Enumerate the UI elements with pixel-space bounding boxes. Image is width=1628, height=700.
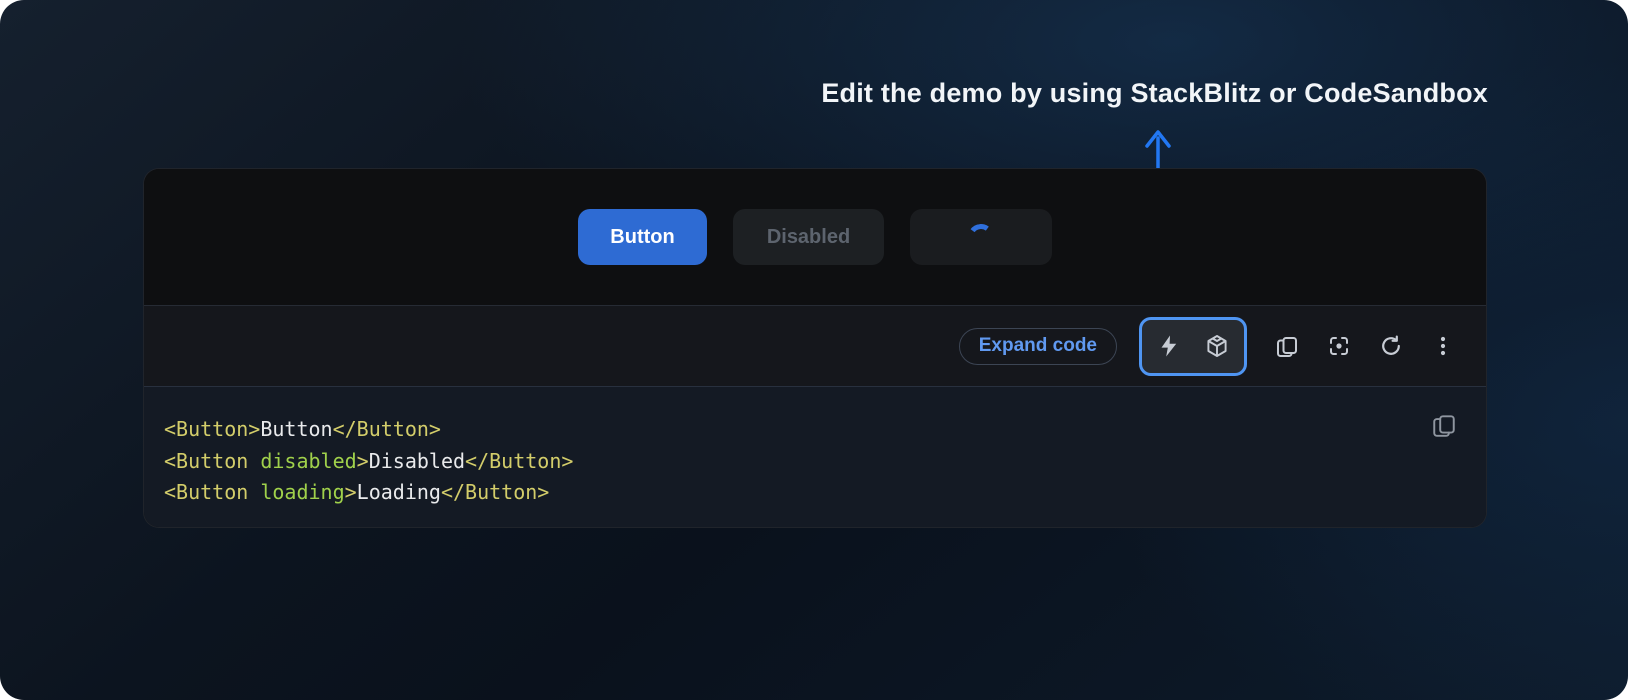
annotation-text: Edit the demo by using StackBlitz or Cod… — [821, 78, 1488, 109]
demo-button-primary[interactable]: Button — [578, 209, 707, 265]
loading-spinner-icon — [966, 222, 995, 251]
edit-online-icon-group — [1139, 317, 1247, 376]
copy-code-icon[interactable] — [1275, 334, 1299, 358]
code-block: <Button>Button</Button><Button disabled>… — [144, 387, 1486, 527]
expand-code-button[interactable]: Expand code — [959, 328, 1117, 365]
code-line: <Button loading>Loading</Button> — [164, 477, 1486, 509]
more-actions-icon[interactable] — [1431, 334, 1455, 358]
code-line: <Button>Button</Button> — [164, 414, 1486, 446]
demo-card: Button Disabled Expand code — [143, 168, 1487, 528]
refresh-demo-icon[interactable] — [1379, 334, 1403, 358]
copy-snippet-icon[interactable] — [1431, 412, 1457, 438]
codesandbox-icon[interactable] — [1205, 334, 1229, 358]
code-line: <Button disabled>Disabled</Button> — [164, 446, 1486, 478]
demo-toolbar: Expand code — [144, 305, 1486, 387]
page-background: Edit the demo by using StackBlitz or Cod… — [0, 0, 1628, 700]
code-lines: <Button>Button</Button><Button disabled>… — [144, 387, 1486, 509]
demo-preview-area: Button Disabled — [144, 169, 1486, 305]
demo-button-disabled[interactable]: Disabled — [733, 209, 884, 265]
demo-button-loading[interactable] — [910, 209, 1052, 265]
isolate-demo-icon[interactable] — [1327, 334, 1351, 358]
stackblitz-icon[interactable] — [1157, 334, 1181, 358]
